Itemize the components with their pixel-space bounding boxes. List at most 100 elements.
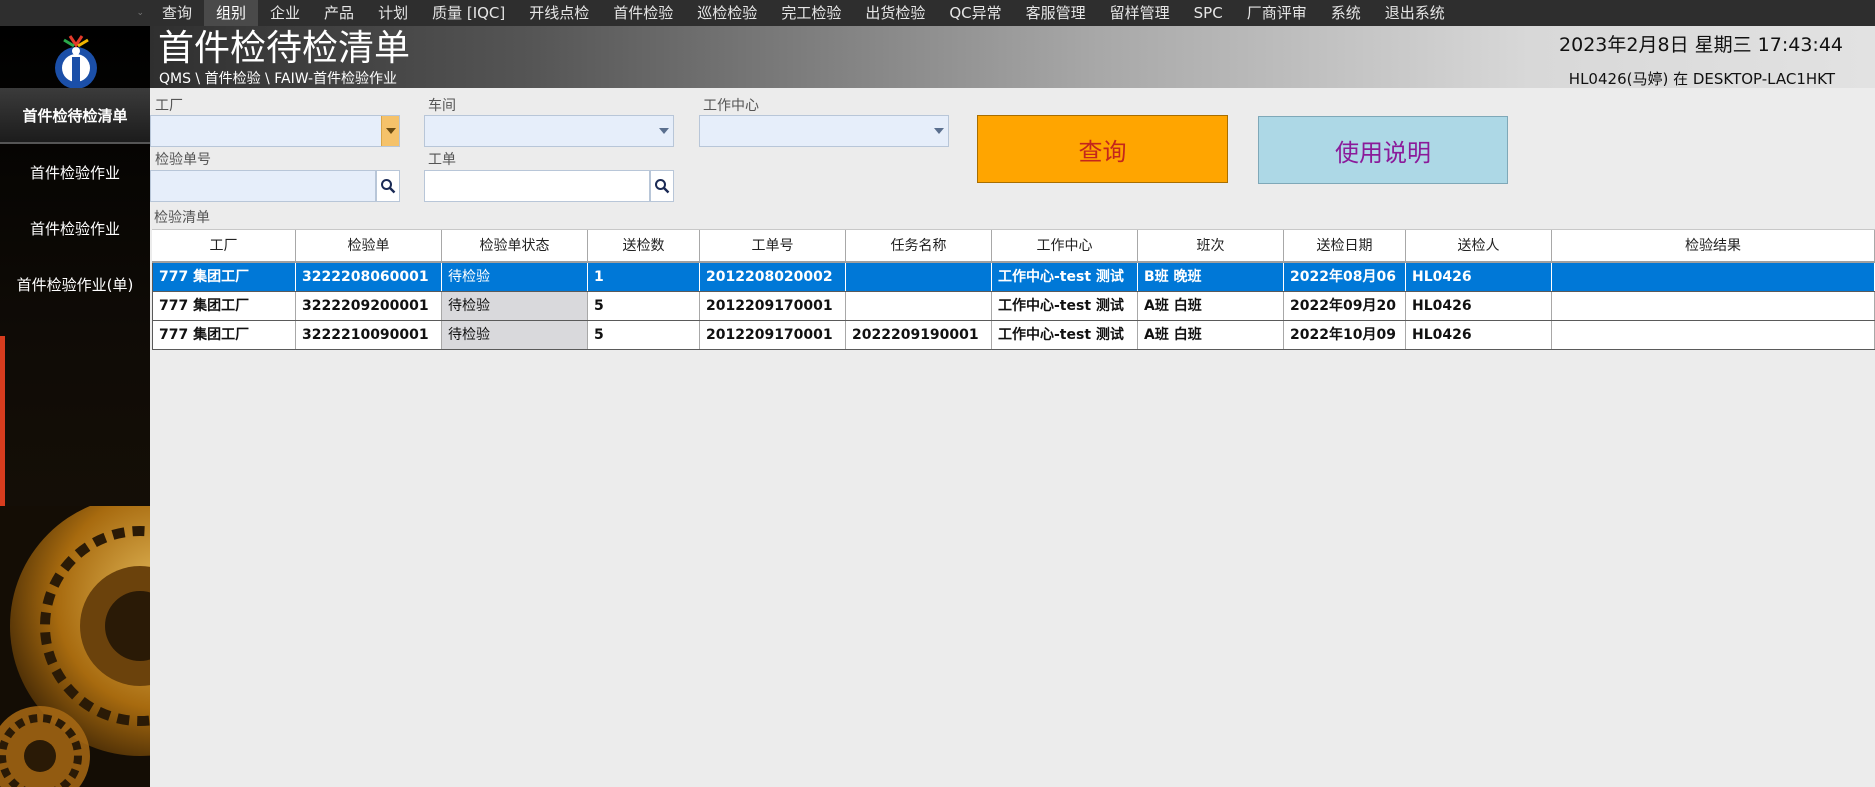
- column-header[interactable]: 检验结果: [1552, 230, 1875, 261]
- table-cell[interactable]: 5: [588, 292, 700, 320]
- sidebar: 首件检待检清单 首件检验作业 首件检验作业 首件检验作业(单): [0, 26, 150, 787]
- work-order-label: 工单: [428, 152, 456, 168]
- datetime-display: 2023年2月8日 星期三 17:43:44: [1559, 34, 1843, 56]
- menu-item[interactable]: 查询: [150, 0, 204, 26]
- table-cell[interactable]: 工作中心-test 测试: [992, 292, 1138, 320]
- table-row[interactable]: 777 集团工厂 3222210090001 待检验 5 2012209170001 20…: [152, 321, 1875, 350]
- workcenter-dropdown-icon[interactable]: [930, 116, 948, 146]
- menu-item[interactable]: 出货检验: [853, 0, 937, 26]
- table-cell[interactable]: [1552, 263, 1875, 291]
- search-icon: [381, 179, 396, 194]
- menu-item[interactable]: 系统: [1319, 0, 1373, 26]
- table-row[interactable]: 777 集团工厂 3222209200001 待检验 5 2012209170001 工作…: [152, 292, 1875, 321]
- app-logo-icon: [55, 35, 97, 89]
- factory-dropdown-icon[interactable]: [381, 116, 399, 146]
- column-header[interactable]: 任务名称: [846, 230, 992, 261]
- menu-item[interactable]: 质量 [IQC]: [420, 0, 517, 26]
- gears-decoration-icon: [0, 506, 150, 787]
- table-cell[interactable]: [846, 292, 992, 320]
- table-cell[interactable]: A班 白班: [1138, 292, 1284, 320]
- table-cell[interactable]: HL0426: [1406, 263, 1552, 291]
- menu-item[interactable]: 开线点检: [517, 0, 601, 26]
- menu-item[interactable]: 计划: [366, 0, 420, 26]
- workshop-dropdown-icon[interactable]: [655, 116, 673, 146]
- sidebar-nav-item[interactable]: 首件检验作业: [0, 144, 150, 200]
- work-order-search-button[interactable]: [650, 170, 674, 202]
- table-cell[interactable]: 2022年09月20: [1284, 292, 1406, 320]
- table-cell[interactable]: 待检验: [442, 292, 588, 320]
- sidebar-nav-item[interactable]: 首件检验作业(单): [0, 256, 150, 312]
- menu-item[interactable]: QC异常: [937, 0, 1013, 26]
- inspection-list-label: 检验清单: [154, 210, 210, 226]
- workshop-select[interactable]: [424, 115, 674, 147]
- inspection-no-label: 检验单号: [155, 152, 211, 168]
- table-cell[interactable]: 1: [588, 263, 700, 291]
- table-cell[interactable]: 工作中心-test 测试: [992, 263, 1138, 291]
- column-header[interactable]: 检验单: [296, 230, 442, 261]
- table-cell[interactable]: 777 集团工厂: [152, 321, 296, 349]
- table-cell[interactable]: 待检验: [442, 263, 588, 291]
- menu-item[interactable]: 产品: [312, 0, 366, 26]
- menu-overflow-icon[interactable]: ⌄: [0, 0, 150, 26]
- query-button[interactable]: 查询: [977, 115, 1228, 183]
- table-cell[interactable]: 777 集团工厂: [152, 263, 296, 291]
- inspection-no-input[interactable]: [150, 170, 376, 202]
- menu-item[interactable]: SPC: [1182, 0, 1235, 26]
- menu-item[interactable]: 退出系统: [1373, 0, 1457, 26]
- breadcrumb: QMS \ 首件检验 \ FAIW-首件检验作业: [159, 71, 398, 87]
- menu-item[interactable]: 企业: [258, 0, 312, 26]
- menu-items: 查询 组别 企业 产品 计划 质量 [IQC] 开线点检 首件检验 巡检检验 完工检验 出货检验 QC…: [150, 0, 1457, 26]
- main-content: 工厂 车间 工作中心 检验单号 工单 查询 使用说明 检验清单 工厂 检验单 检…: [150, 88, 1875, 787]
- table-cell[interactable]: 2022年10月09: [1284, 321, 1406, 349]
- help-button[interactable]: 使用说明: [1258, 116, 1508, 184]
- menu-item[interactable]: 首件检验: [601, 0, 685, 26]
- table-cell[interactable]: 工作中心-test 测试: [992, 321, 1138, 349]
- table-cell[interactable]: 777 集团工厂: [152, 292, 296, 320]
- factory-label: 工厂: [155, 98, 183, 114]
- table-cell[interactable]: 2022209190001: [846, 321, 992, 349]
- table-cell[interactable]: [846, 263, 992, 291]
- table-cell[interactable]: HL0426: [1406, 292, 1552, 320]
- workshop-label: 车间: [428, 98, 456, 114]
- inspection-grid: 工厂 检验单 检验单状态 送检数 工单号 任务名称 工作中心 班次 送检日期 送检人 检验结果 777…: [152, 229, 1875, 350]
- menu-item[interactable]: 组别: [204, 0, 259, 26]
- column-header[interactable]: 检验单状态: [442, 230, 588, 261]
- top-menu-bar: ⌄ 查询 组别 企业 产品 计划 质量 [IQC] 开线点检 首件检验 巡检检验 完工检验 出货检验…: [0, 0, 1875, 26]
- column-header[interactable]: 工厂: [152, 230, 296, 261]
- table-cell[interactable]: B班 晚班: [1138, 263, 1284, 291]
- table-cell[interactable]: 待检验: [442, 321, 588, 349]
- column-header[interactable]: 工单号: [700, 230, 846, 261]
- menu-item[interactable]: 厂商评审: [1235, 0, 1319, 26]
- table-cell[interactable]: A班 白班: [1138, 321, 1284, 349]
- column-header[interactable]: 工作中心: [992, 230, 1138, 261]
- sidebar-nav-item[interactable]: 首件检待检清单: [0, 88, 150, 144]
- column-header[interactable]: 送检数: [588, 230, 700, 261]
- menu-item[interactable]: 留样管理: [1098, 0, 1182, 26]
- table-row[interactable]: 777 集团工厂 3222208060001 待检验 1 2012208020002 工作…: [152, 263, 1875, 292]
- table-cell[interactable]: 2012208020002: [700, 263, 846, 291]
- column-header[interactable]: 送检日期: [1284, 230, 1406, 261]
- table-cell[interactable]: HL0426: [1406, 321, 1552, 349]
- table-cell[interactable]: 2022年08月06: [1284, 263, 1406, 291]
- table-cell[interactable]: 2012209170001: [700, 292, 846, 320]
- column-header[interactable]: 班次: [1138, 230, 1284, 261]
- menu-item[interactable]: 巡检检验: [685, 0, 769, 26]
- workcenter-select[interactable]: [699, 115, 949, 147]
- column-header[interactable]: 送检人: [1406, 230, 1552, 261]
- work-order-input[interactable]: [424, 170, 650, 202]
- table-cell[interactable]: [1552, 321, 1875, 349]
- inspection-no-search-button[interactable]: [376, 170, 400, 202]
- factory-select[interactable]: [150, 115, 400, 147]
- sidebar-nav-item[interactable]: 首件检验作业: [0, 200, 150, 256]
- table-cell[interactable]: 5: [588, 321, 700, 349]
- page-title: 首件检待检清单: [158, 28, 411, 69]
- table-cell[interactable]: 3222208060001: [296, 263, 442, 291]
- table-cell[interactable]: 2012209170001: [700, 321, 846, 349]
- table-cell[interactable]: [1552, 292, 1875, 320]
- table-cell[interactable]: 3222210090001: [296, 321, 442, 349]
- sidebar-nav: 首件检待检清单 首件检验作业 首件检验作业 首件检验作业(单): [0, 88, 150, 312]
- menu-item[interactable]: 完工检验: [769, 0, 853, 26]
- sidebar-accent-stripe: [0, 336, 5, 516]
- menu-item[interactable]: 客服管理: [1014, 0, 1098, 26]
- table-cell[interactable]: 3222209200001: [296, 292, 442, 320]
